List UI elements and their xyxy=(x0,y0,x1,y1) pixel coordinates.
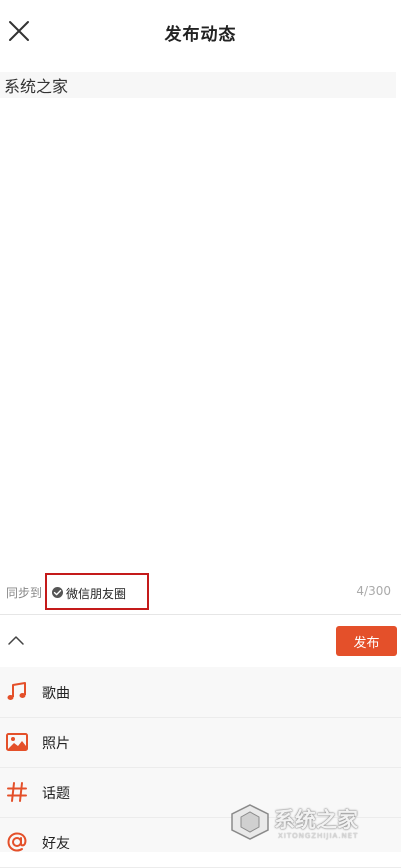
sync-row: 同步到 微信朋友圈 4/300 xyxy=(0,573,401,611)
sync-target-label: 微信朋友圈 xyxy=(66,587,127,601)
check-icon xyxy=(52,587,63,598)
menu-item-label: 话题 xyxy=(42,786,70,802)
hashtag-icon xyxy=(7,782,27,802)
chevron-up-icon[interactable] xyxy=(6,633,26,647)
watermark-url: XITONGZHIJIA.NET xyxy=(278,832,359,840)
char-counter: 4/300 xyxy=(356,584,391,598)
watermark: 系统之家 XITONGZHIJIA.NET xyxy=(228,800,398,846)
at-icon xyxy=(7,832,27,852)
sync-label: 同步到 xyxy=(6,586,43,600)
menu-item-song[interactable]: 歌曲 xyxy=(0,667,401,718)
watermark-text: 系统之家 xyxy=(274,808,358,832)
menu-item-label: 歌曲 xyxy=(42,686,70,702)
watermark-logo-icon xyxy=(231,804,269,840)
post-content-input[interactable] xyxy=(0,72,396,98)
menu-item-label: 照片 xyxy=(42,736,70,752)
menu-item-label: 好友 xyxy=(42,836,70,852)
compose-toolbar: 发布 xyxy=(0,615,401,667)
page-title: 发布动态 xyxy=(164,25,237,45)
photo-icon xyxy=(6,733,28,751)
menu-item-photo[interactable]: 照片 xyxy=(0,717,401,768)
wechat-moments-sync-toggle[interactable]: 微信朋友圈 xyxy=(45,573,149,610)
publish-button[interactable]: 发布 xyxy=(336,626,397,656)
top-bar: 发布动态 xyxy=(0,0,401,64)
music-note-icon xyxy=(7,682,26,700)
